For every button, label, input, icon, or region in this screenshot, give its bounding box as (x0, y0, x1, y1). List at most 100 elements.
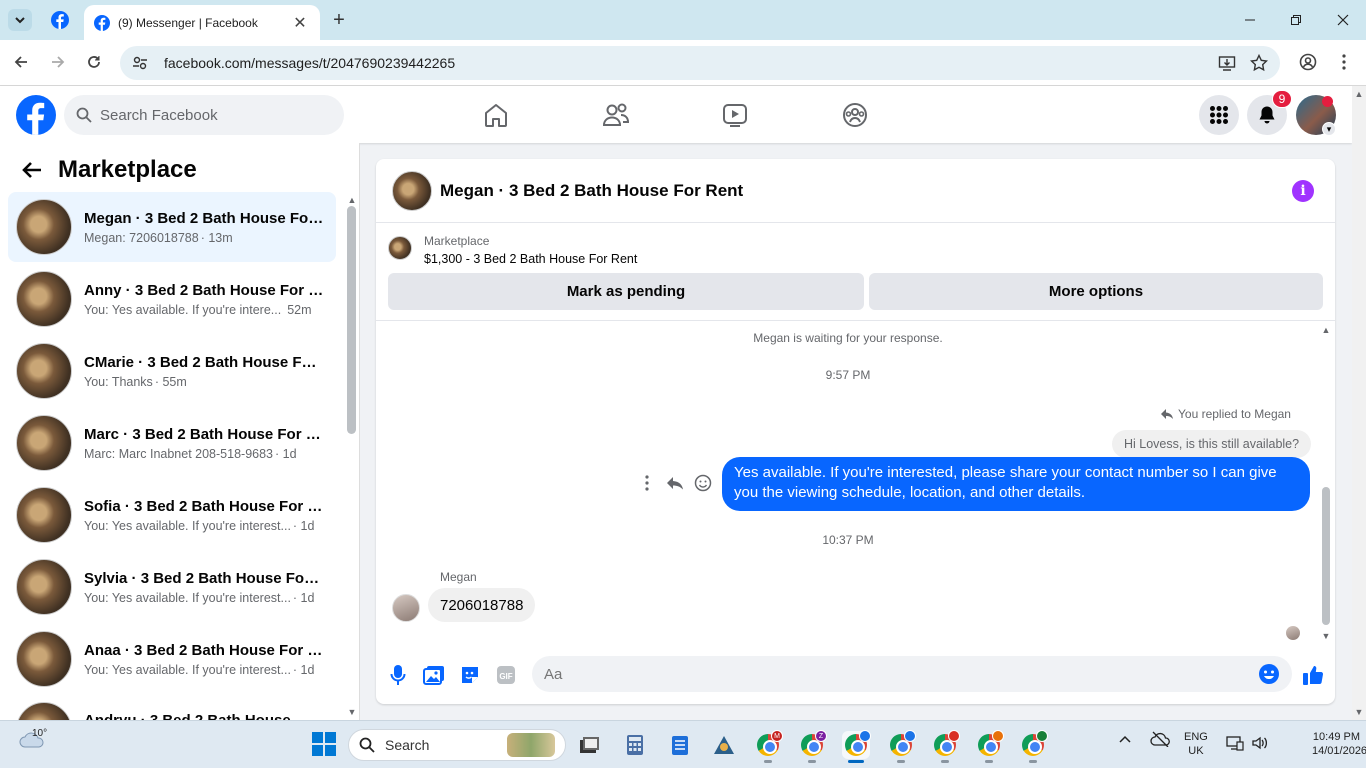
chrome-profile-icon[interactable]: M (754, 730, 783, 763)
taskbar-search[interactable]: Search (348, 729, 566, 761)
more-options-button[interactable]: More options (869, 273, 1323, 310)
calculator-icon[interactable] (621, 731, 649, 759)
conversation-item[interactable]: Megan · 3 Bed 2 Bath House For... Megan:… (8, 192, 336, 262)
listing-title[interactable]: $1,300 - 3 Bed 2 Bath House For Rent (424, 252, 637, 266)
conversation-list-scrollbar[interactable] (347, 206, 356, 434)
conversation-preview: You: Yes available. If you're interest..… (84, 518, 291, 533)
home-icon[interactable] (481, 100, 511, 130)
grid-icon (1210, 106, 1228, 124)
message-input[interactable] (544, 665, 1258, 683)
info-icon[interactable]: i (1292, 180, 1314, 202)
scroll-down-arrow[interactable]: ▼ (1354, 708, 1364, 717)
sender-avatar[interactable] (392, 594, 420, 622)
scroll-up-arrow[interactable]: ▲ (1354, 90, 1364, 99)
conversation-item[interactable]: Marc · 3 Bed 2 Bath House For R... Marc:… (8, 408, 336, 478)
back-arrow-icon[interactable] (22, 161, 42, 179)
microphone-icon[interactable] (386, 663, 410, 687)
chrome-profile-icon[interactable] (975, 730, 1004, 763)
menu-grid-button[interactable] (1199, 95, 1239, 135)
scroll-up-arrow[interactable]: ▲ (1321, 326, 1331, 335)
photo-icon[interactable] (422, 663, 446, 687)
friends-icon[interactable] (601, 100, 631, 130)
minimize-icon[interactable] (1238, 8, 1262, 32)
mark-as-pending-button[interactable]: Mark as pending (388, 273, 864, 310)
video-icon[interactable] (720, 100, 750, 130)
facebook-logo[interactable] (16, 95, 56, 135)
conversation-name: Andryu · 3 Bed 2 Bath House... (84, 712, 324, 720)
active-indicator (848, 760, 864, 763)
conversation-item[interactable]: Sofia · 3 Bed 2 Bath House For R... You:… (8, 480, 336, 550)
conversation-item[interactable]: Anaa · 3 Bed 2 Bath House For R... You: … (8, 624, 336, 694)
language-indicator[interactable]: ENG UK (1184, 730, 1208, 758)
cloud-offline-icon[interactable] (1150, 731, 1170, 747)
conversation-preview: Marc: Marc Inabnet 208-518-9683 (84, 446, 273, 461)
notification-badge: 9 (1272, 90, 1292, 108)
listing-thumbnail[interactable] (388, 236, 412, 260)
app-icon[interactable] (710, 731, 738, 759)
scroll-down-arrow[interactable]: ▼ (347, 708, 357, 717)
chrome-profile-icon[interactable] (1019, 730, 1048, 763)
forward-icon[interactable] (47, 51, 69, 73)
notepad-icon[interactable] (666, 731, 694, 759)
thumbs-up-icon[interactable] (1301, 663, 1325, 687)
network-icon[interactable] (1226, 735, 1244, 751)
conversation-time: · 1d (275, 446, 297, 461)
groups-icon[interactable] (840, 100, 870, 130)
avatar-alert-dot (1322, 96, 1333, 107)
tab-search-button[interactable] (8, 9, 32, 31)
chat-title[interactable]: Megan · 3 Bed 2 Bath House For Rent (440, 181, 743, 201)
pinned-facebook-tab[interactable] (48, 8, 72, 32)
outgoing-message[interactable]: Yes available. If you're interested, ple… (722, 457, 1310, 511)
clock[interactable]: 10:49 PM 14/01/2026 (1312, 730, 1366, 758)
scroll-up-arrow[interactable]: ▲ (347, 196, 357, 205)
site-info-icon[interactable] (132, 55, 148, 71)
browser-menu-icon[interactable] (1333, 51, 1355, 73)
quoted-message[interactable]: Hi Lovess, is this still available? (1112, 430, 1312, 458)
chevron-down-icon[interactable]: ▾ (1322, 122, 1336, 136)
scroll-down-arrow[interactable]: ▼ (1321, 632, 1331, 641)
message-composer[interactable] (532, 656, 1292, 692)
close-window-icon[interactable] (1331, 8, 1355, 32)
conversation-item[interactable]: Sylvia · 3 Bed 2 Bath House For ... You:… (8, 552, 336, 622)
back-icon[interactable] (10, 51, 32, 73)
reply-icon[interactable] (664, 473, 686, 493)
facebook-search-input[interactable]: Search Facebook (64, 95, 344, 135)
search-highlight-image (507, 733, 555, 757)
restore-icon[interactable] (1284, 8, 1308, 32)
emoji-icon[interactable] (1258, 663, 1280, 685)
close-tab-icon[interactable]: ✕ (290, 13, 310, 33)
windows-start-icon[interactable] (312, 732, 336, 756)
bookmark-star-icon[interactable] (1250, 54, 1268, 72)
listing-thumbnail (16, 415, 72, 471)
incoming-message[interactable]: 7206018788 (428, 588, 536, 622)
chat-scrollbar[interactable] (1322, 487, 1330, 625)
chrome-profile-icon[interactable] (931, 730, 960, 763)
reload-icon[interactable] (83, 51, 105, 73)
active-tab[interactable]: (9) Messenger | Facebook ✕ (84, 5, 320, 40)
chrome-profile-icon[interactable]: Z (798, 730, 827, 763)
page-scrollbar[interactable] (1352, 86, 1366, 720)
gif-icon[interactable]: GIF (494, 663, 518, 687)
emoji-react-icon[interactable] (692, 473, 714, 493)
conversation-item[interactable]: CMarie · 3 Bed 2 Bath House For... You: … (8, 336, 336, 406)
profile-icon[interactable] (1297, 51, 1319, 73)
conversation-item[interactable]: Andryu · 3 Bed 2 Bath House... (8, 696, 336, 720)
sticker-icon[interactable] (458, 663, 482, 687)
chrome-profile-icon[interactable] (842, 730, 871, 763)
chevron-up-icon[interactable] (1118, 734, 1132, 744)
install-app-icon[interactable] (1218, 54, 1236, 72)
chrome-profile-icon[interactable] (887, 730, 916, 763)
chrome-icon (845, 730, 871, 756)
file-explorer-icon[interactable] (576, 731, 604, 759)
conversation-item[interactable]: Anny · 3 Bed 2 Bath House For R... You: … (8, 264, 336, 334)
address-bar[interactable]: facebook.com/messages/t/2047690239442265 (120, 46, 1280, 80)
volume-icon[interactable] (1251, 735, 1269, 751)
chrome-icon (1022, 730, 1048, 756)
conversation-name: Anaa · 3 Bed 2 Bath House For R... (84, 641, 324, 659)
chat-listing-thumbnail[interactable] (392, 170, 432, 211)
chrome-icon: M (757, 730, 783, 756)
weather-widget[interactable]: 10° (18, 728, 47, 750)
more-actions-icon[interactable] (636, 473, 658, 493)
new-tab-button[interactable]: + (328, 9, 350, 31)
listing-thumbnail (16, 702, 72, 720)
